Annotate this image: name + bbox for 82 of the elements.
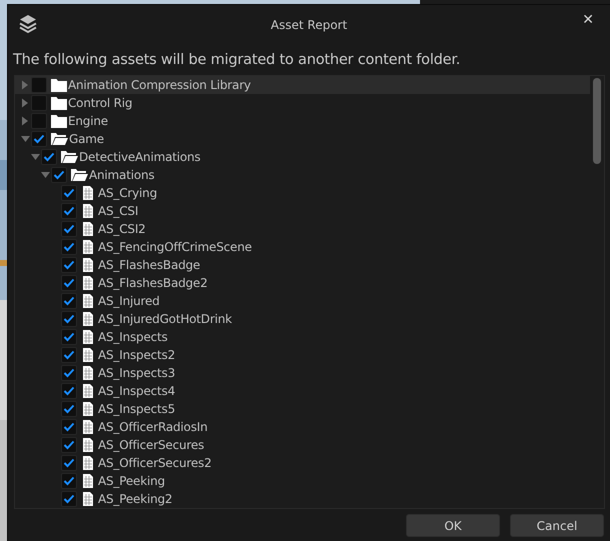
tree-row[interactable]: Animation Compression Library [15, 76, 590, 94]
checkbox[interactable] [61, 491, 77, 507]
file-icon [83, 366, 93, 380]
cancel-button[interactable]: Cancel [510, 514, 604, 537]
tree-item-label: Animations [89, 168, 154, 182]
file-icon [83, 456, 93, 470]
tree-item-label: AS_FencingOffCrimeScene [98, 240, 252, 254]
file-icon [83, 222, 93, 236]
checkbox[interactable] [61, 185, 77, 201]
checkbox[interactable] [61, 401, 77, 417]
tree-item-label: Engine [68, 114, 108, 128]
file-icon [83, 276, 93, 290]
file-icon [83, 330, 93, 344]
checkbox[interactable] [31, 95, 47, 111]
checkbox[interactable] [61, 329, 77, 345]
tree-item-label: AS_InjuredGotHotDrink [98, 312, 232, 326]
file-icon [83, 474, 93, 488]
checkbox[interactable] [51, 167, 67, 183]
tree-item-label: AS_FlashesBadge [98, 258, 200, 272]
checkbox[interactable] [41, 149, 57, 165]
tree-item-label: AS_CSI [98, 204, 138, 218]
tree-item-label: Game [69, 132, 104, 146]
checkbox[interactable] [61, 347, 77, 363]
tree-item-label: AS_Inspects4 [98, 384, 176, 398]
expanded-arrow-icon[interactable] [20, 134, 31, 144]
folder-icon [51, 78, 67, 92]
file-icon [83, 492, 93, 506]
file-icon [83, 312, 93, 326]
file-icon [83, 402, 93, 416]
close-button[interactable]: ✕ [580, 12, 596, 28]
file-icon [83, 186, 93, 200]
tree-item-label: AS_Peeking2 [98, 492, 172, 506]
tree-item-label: AS_Inspects3 [98, 366, 176, 380]
tree-item-label: Animation Compression Library [68, 78, 251, 92]
window-title: Asset Report [270, 18, 348, 32]
checkbox[interactable] [61, 365, 77, 381]
tree-item-label: Control Rig [68, 96, 132, 110]
checkbox[interactable] [61, 455, 77, 471]
open-folder-icon [71, 168, 88, 182]
scrollbar-thumb[interactable] [593, 78, 601, 164]
tree-item-label: AS_Inspects2 [98, 348, 176, 362]
checkbox[interactable] [61, 437, 77, 453]
checkbox[interactable] [61, 203, 77, 219]
checkbox[interactable] [61, 221, 77, 237]
expanded-arrow-icon[interactable] [40, 170, 51, 180]
checkbox[interactable] [61, 293, 77, 309]
tree-item-label: AS_Inspects [98, 330, 168, 344]
checkbox[interactable] [61, 311, 77, 327]
tree-item-label: AS_Injured [98, 294, 160, 308]
checkbox[interactable] [61, 257, 77, 273]
checkbox[interactable] [31, 77, 47, 93]
file-icon [83, 420, 93, 434]
checkbox[interactable] [61, 239, 77, 255]
folder-icon [51, 96, 67, 110]
checkbox[interactable] [61, 419, 77, 435]
checkbox[interactable] [61, 473, 77, 489]
tree-item-label: AS_Peeking [98, 474, 165, 488]
folder-icon [51, 114, 67, 128]
tree-item-label: AS_Inspects5 [98, 402, 176, 416]
tree-item-label: AS_OfficerRadiosIn [98, 420, 208, 434]
checkbox[interactable] [61, 383, 77, 399]
tree-item-label: AS_Crying [98, 186, 157, 200]
tree-item-label: AS_CSI2 [98, 222, 146, 236]
file-icon [83, 258, 93, 272]
tree-item-label: AS_OfficerSecures [98, 438, 204, 452]
file-icon [83, 348, 93, 362]
expanded-arrow-icon[interactable] [30, 152, 41, 162]
message-text: The following assets will be migrated to another content folder. [12, 51, 462, 70]
layers-logo-icon [18, 14, 38, 34]
ok-button[interactable]: OK [406, 514, 500, 537]
tree-item-label: AS_OfficerSecures2 [98, 456, 212, 470]
file-icon [83, 384, 93, 398]
checkbox[interactable] [31, 131, 47, 147]
checkbox[interactable] [61, 275, 77, 291]
open-folder-icon [51, 132, 68, 146]
file-icon [83, 204, 93, 218]
file-icon [83, 294, 93, 308]
file-icon [83, 240, 93, 254]
tree-item-label: AS_FlashesBadge2 [98, 276, 208, 290]
tree-item-label: DetectiveAnimations [79, 150, 200, 164]
file-icon [83, 438, 93, 452]
open-folder-icon [61, 150, 78, 164]
